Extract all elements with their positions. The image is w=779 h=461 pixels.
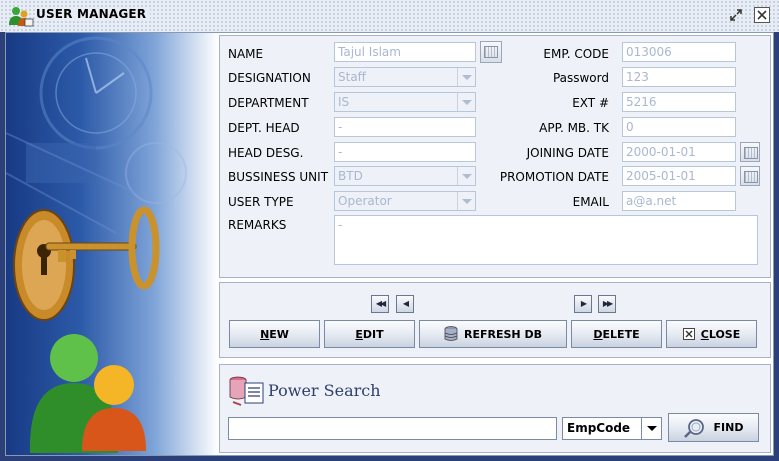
close-button-label: CLOSE <box>700 327 741 341</box>
edit-button-label: EDIT <box>355 327 384 341</box>
refresh-db-label: REFRESH DB <box>464 327 542 341</box>
power-search-panel: Power Search EmpCode FIND <box>219 364 771 453</box>
employee-details-panel: NAME Tajul Islam DESIGNATION Staff DEPAR… <box>219 35 771 278</box>
edit-button[interactable]: EDIT <box>324 320 415 348</box>
close-button[interactable]: CLOSE <box>666 320 757 348</box>
main-content: NAME Tajul Islam DESIGNATION Staff DEPAR… <box>5 32 774 456</box>
maximize-icon[interactable] <box>728 7 744 23</box>
department-value: IS <box>338 95 350 109</box>
promotion-date-calendar-icon[interactable] <box>740 166 760 186</box>
business-unit-select[interactable]: BTD <box>334 166 476 186</box>
app-mb-tk-label: APP. MB. TK <box>539 121 609 135</box>
head-desg-label: HEAD DESG. <box>228 146 304 160</box>
joining-date-calendar-icon[interactable] <box>740 142 760 162</box>
find-button[interactable]: FIND <box>668 413 759 442</box>
previous-record-button[interactable]: ◀ <box>396 295 414 313</box>
dept-head-label: DEPT. HEAD <box>228 121 300 135</box>
designation-value: Staff <box>338 70 366 84</box>
emp-code-label: EMP. CODE <box>543 47 609 61</box>
remarks-label: REMARKS <box>228 218 287 232</box>
database-icon <box>444 326 458 341</box>
user-type-value: Operator <box>338 194 392 208</box>
close-window-icon[interactable] <box>754 7 770 23</box>
chevron-down-icon <box>641 418 661 439</box>
joining-date-label: JOINING DATE <box>526 146 609 160</box>
business-unit-label: BUSSINESS UNIT <box>228 170 329 184</box>
key-and-users-illustration <box>6 36 187 453</box>
email-label: EMAIL <box>572 195 609 209</box>
search-input[interactable] <box>228 417 557 440</box>
delete-button-label: DELETE <box>593 327 640 341</box>
chevron-down-icon <box>457 167 475 185</box>
new-button[interactable]: NEW <box>229 320 320 348</box>
app-mb-tk-field[interactable]: 0 <box>622 117 736 137</box>
chevron-down-icon <box>457 68 475 86</box>
promotion-date-label: PROMOTION DATE <box>499 170 609 184</box>
refresh-db-button[interactable]: REFRESH DB <box>419 320 567 348</box>
name-label: NAME <box>228 47 264 61</box>
decorative-artwork <box>6 33 218 455</box>
power-search-title: Power Search <box>268 381 381 400</box>
ext-label: EXT # <box>572 96 609 110</box>
magnifier-icon <box>683 418 704 438</box>
window-title: USER MANAGER <box>36 7 151 21</box>
actions-panel: ◀◀ ◀ ▶ ▶▶ NEW EDIT REFRESH DB DELETE CLO… <box>219 282 771 358</box>
name-field[interactable]: Tajul Islam <box>334 42 476 62</box>
user-manager-window: USER MANAGER NAME Tajul Islam DESIGNATIO… <box>0 0 779 461</box>
last-record-button[interactable]: ▶▶ <box>598 295 616 313</box>
ext-field[interactable]: 5216 <box>622 92 736 112</box>
joining-date-field[interactable]: 2000-01-01 <box>622 142 736 162</box>
password-field[interactable]: 123 <box>622 67 736 87</box>
next-record-button[interactable]: ▶ <box>574 295 592 313</box>
search-field-select[interactable]: EmpCode <box>562 417 662 440</box>
department-select[interactable]: IS <box>334 92 476 112</box>
chevron-down-icon <box>457 192 475 210</box>
business-unit-value: BTD <box>338 169 363 183</box>
delete-button[interactable]: DELETE <box>571 320 662 348</box>
password-label: Password <box>552 71 609 85</box>
dept-head-field[interactable]: - <box>334 117 476 137</box>
email-field[interactable]: a@a.net <box>622 191 736 211</box>
title-bar: USER MANAGER <box>0 0 779 32</box>
promotion-date-field[interactable]: 2005-01-01 <box>622 166 736 186</box>
designation-label: DESIGNATION <box>228 71 311 85</box>
name-lookup-button[interactable] <box>480 41 502 63</box>
user-type-label: USER TYPE <box>228 195 294 209</box>
chevron-down-icon <box>457 93 475 111</box>
user-type-select[interactable]: Operator <box>334 191 476 211</box>
users-app-icon <box>9 7 34 27</box>
close-x-icon <box>682 328 695 340</box>
first-record-button[interactable]: ◀◀ <box>371 295 389 313</box>
head-desg-field[interactable]: - <box>334 142 476 162</box>
new-button-label: NEW <box>260 327 289 341</box>
search-field-value: EmpCode <box>567 421 631 435</box>
find-button-label: FIND <box>713 421 744 434</box>
power-search-icon <box>229 376 264 406</box>
department-label: DEPARTMENT <box>228 96 309 110</box>
emp-code-field[interactable]: 013006 <box>622 42 736 62</box>
designation-select[interactable]: Staff <box>334 67 476 87</box>
remarks-textarea[interactable]: - <box>334 215 758 265</box>
